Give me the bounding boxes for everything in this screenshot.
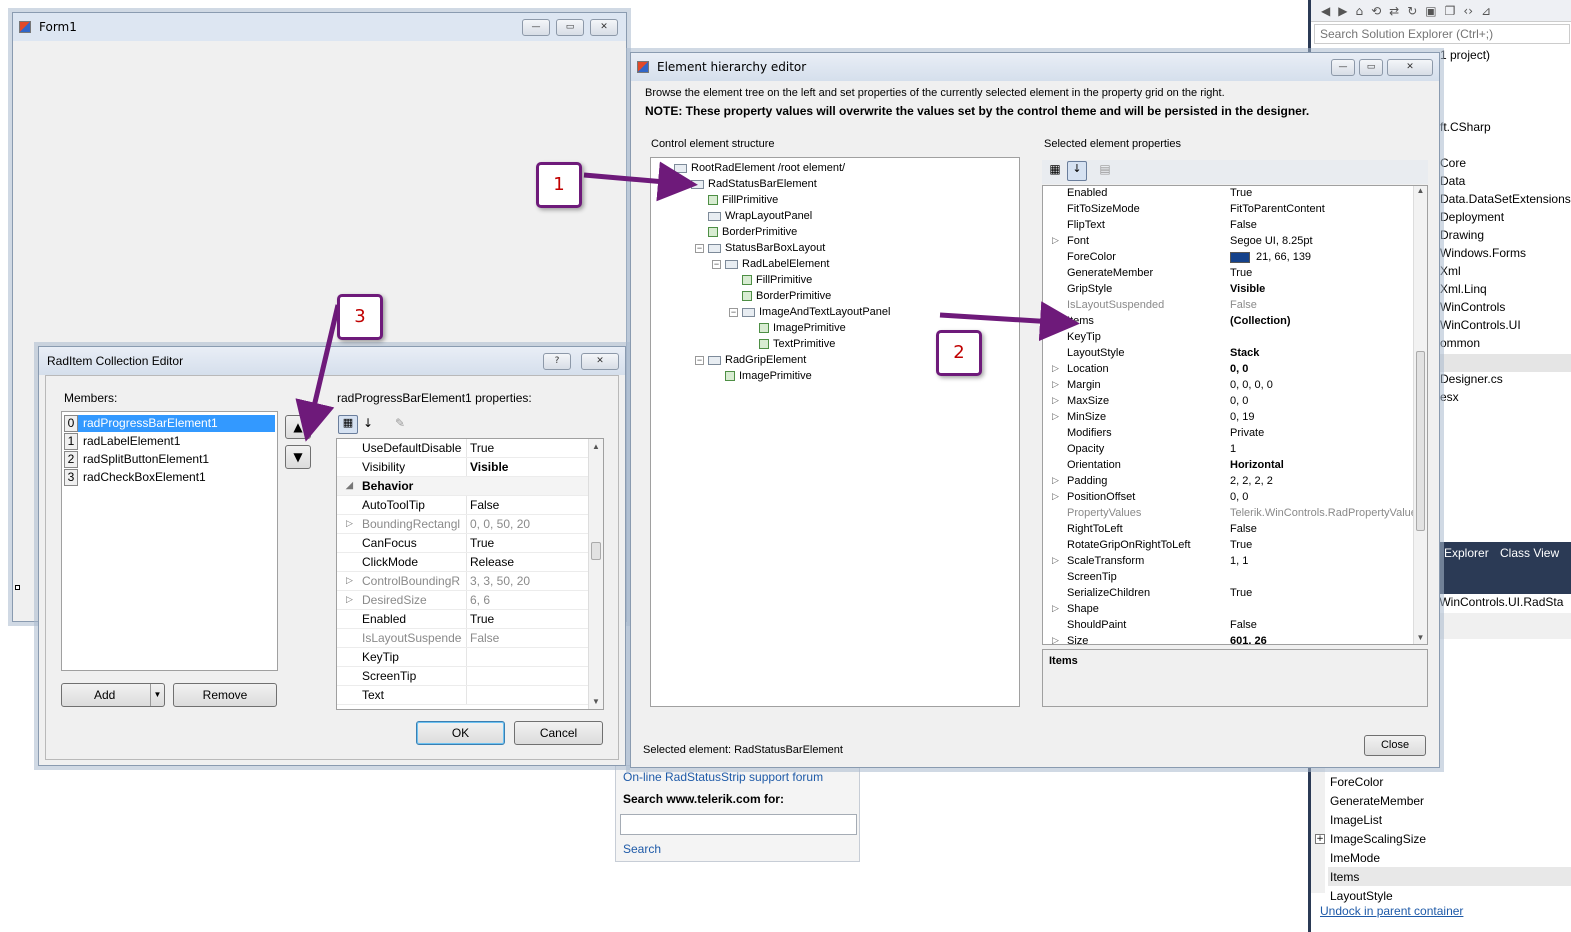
vs-prop-row[interactable]: ImageScalingSize	[1330, 832, 1426, 851]
vs-prop-row[interactable]: Items	[1330, 870, 1359, 889]
arrow-3	[295, 304, 341, 442]
callout-2: 2	[936, 330, 982, 376]
callout-3: 3	[337, 294, 383, 340]
vs-prop-row[interactable]: ImeMode	[1330, 851, 1380, 870]
arrow-1	[583, 161, 698, 202]
vs-prop-row[interactable]: ImageList	[1330, 813, 1382, 832]
callout-1: 1	[536, 162, 582, 208]
vs-prop-row[interactable]: LayoutStyle	[1330, 889, 1393, 908]
vs-prop-row[interactable]: GenerateMember	[1330, 794, 1424, 813]
vs-prop-row[interactable]: ForeColor	[1330, 775, 1383, 794]
arrow-2	[939, 301, 1080, 342]
